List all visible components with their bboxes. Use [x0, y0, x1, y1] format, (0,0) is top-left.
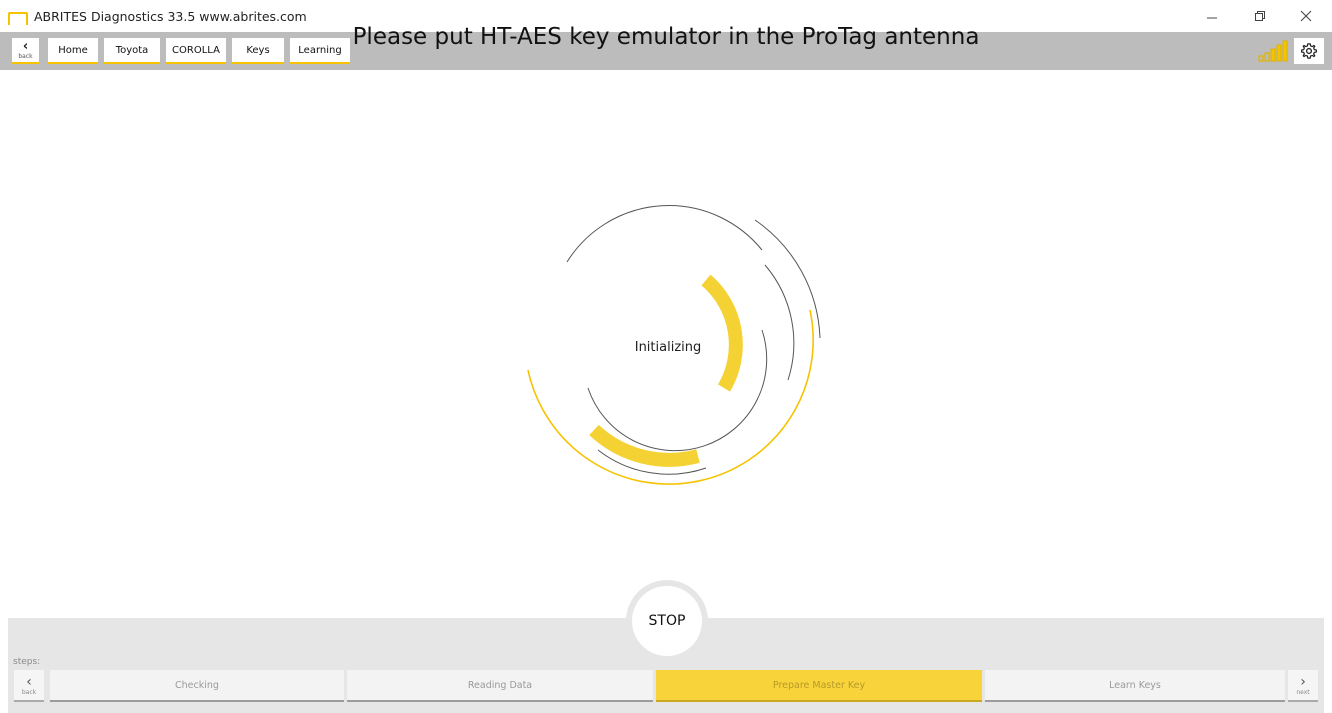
instruction-heading: Please put HT-AES key emulator in the Pr…	[352, 24, 980, 50]
steps-back-button[interactable]: ‹ back	[14, 670, 44, 702]
close-icon	[1300, 10, 1312, 22]
restore-icon	[1255, 11, 1265, 21]
step-learn-keys[interactable]: Learn Keys	[985, 670, 1285, 702]
chevron-left-icon: ‹	[26, 673, 32, 690]
steps-next-label: next	[1296, 688, 1310, 696]
steps-label: steps:	[13, 657, 41, 667]
back-label: back	[18, 52, 33, 60]
minimize-icon	[1207, 17, 1217, 19]
stop-button[interactable]: STOP	[632, 586, 702, 656]
chevron-right-icon: ›	[1300, 673, 1306, 690]
steps-back-label: back	[21, 688, 37, 696]
step-prepare-master-key[interactable]: Prepare Master Key	[656, 670, 982, 702]
window-title: ABRITES Diagnostics 33.5 www.abrites.com	[34, 9, 307, 24]
steps-next-button[interactable]: › next	[1288, 670, 1318, 702]
step-reading-data[interactable]: Reading Data	[347, 670, 653, 702]
status-text: Initializing	[634, 340, 702, 355]
step-checking[interactable]: Checking	[50, 670, 344, 702]
